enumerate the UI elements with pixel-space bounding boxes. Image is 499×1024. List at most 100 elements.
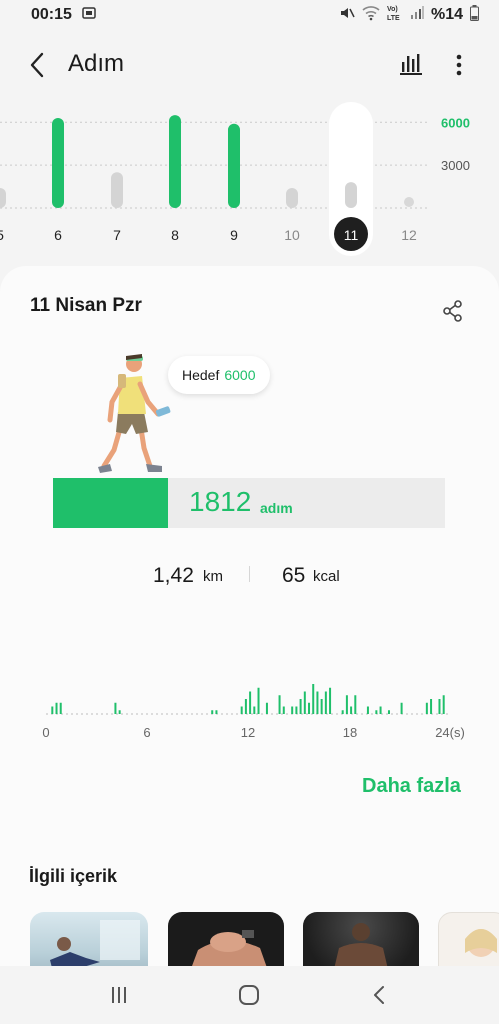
- back-nav-button[interactable]: [364, 982, 394, 1008]
- hour-bar: [253, 706, 256, 714]
- hour-bar: [308, 702, 311, 714]
- day-label: 7: [113, 227, 121, 243]
- back-button[interactable]: [22, 50, 52, 80]
- hour-bar: [249, 691, 252, 714]
- navigation-bar: [0, 966, 499, 1024]
- related-content-title: İlgili içerik: [29, 866, 118, 886]
- daily-steps-chart: 6000 3000 5 6 7 8 9 10 11 12: [0, 100, 499, 260]
- screenshot-icon: [82, 6, 96, 25]
- steps-unit: adım: [260, 500, 293, 516]
- back-nav-icon: [374, 986, 384, 1004]
- day-bar: [228, 123, 240, 208]
- hour-bar: [400, 702, 403, 714]
- recent-apps-icon: [112, 987, 126, 1003]
- hour-bar: [291, 706, 294, 714]
- gridline-label: 6000: [441, 115, 470, 130]
- distance-value: 1,42: [153, 564, 194, 587]
- day-bar: [0, 188, 6, 208]
- hour-bar: [59, 702, 62, 714]
- mute-icon: [339, 5, 355, 26]
- hour-bar: [312, 684, 315, 714]
- day-bar: [345, 182, 357, 208]
- day-label: 6: [54, 227, 62, 243]
- related-card-3[interactable]: [303, 912, 419, 967]
- recent-apps-button[interactable]: [104, 982, 134, 1008]
- day-label: 12: [401, 227, 417, 243]
- hour-bar: [215, 710, 218, 714]
- hour-bar: [329, 687, 332, 714]
- home-button[interactable]: [234, 982, 264, 1008]
- status-time: 00:15: [31, 6, 72, 23]
- bar-chart-icon: [400, 54, 422, 75]
- hour-tick-label: 12: [241, 725, 255, 740]
- hour-bar: [244, 699, 247, 714]
- hour-bar: [366, 706, 369, 714]
- home-icon: [239, 985, 259, 1005]
- related-card-1[interactable]: [30, 912, 148, 967]
- related-content-carousel: [30, 912, 499, 967]
- day-label: 9: [230, 227, 238, 243]
- share-button[interactable]: [440, 298, 466, 324]
- stats-divider: [249, 566, 250, 582]
- distance-unit: km: [203, 568, 223, 585]
- hour-bar: [299, 699, 302, 714]
- goal-value: 6000: [224, 367, 256, 383]
- hour-bar: [240, 706, 243, 714]
- day-bar: [404, 197, 414, 207]
- hour-bar: [379, 706, 382, 714]
- battery-icon: [470, 4, 479, 26]
- day-bar: [286, 188, 298, 208]
- related-card-4[interactable]: [438, 912, 499, 967]
- hour-bar: [375, 710, 378, 714]
- hour-tick-label: 0: [42, 725, 49, 740]
- hour-bar: [425, 702, 428, 714]
- goal-bubble: Hedef 6000: [168, 356, 270, 394]
- share-icon: [443, 300, 462, 322]
- hour-bar: [265, 702, 268, 714]
- day-bar: [169, 115, 181, 208]
- steps-progress-fill: [53, 478, 168, 528]
- day-label: 11: [344, 227, 359, 243]
- goal-label: Hedef: [182, 367, 220, 383]
- status-bar: 00:15 Vo) LTE %14: [0, 0, 499, 30]
- svg-text:LTE: LTE: [387, 15, 400, 22]
- gridline-label: 3000: [441, 158, 470, 173]
- hour-bar: [303, 691, 306, 714]
- hour-bar: [118, 710, 121, 714]
- chevron-left-icon: [30, 52, 44, 78]
- battery-percent: %14: [430, 6, 463, 23]
- calories-unit: kcal: [313, 568, 340, 585]
- hour-bar: [114, 702, 117, 714]
- hour-bar: [55, 702, 58, 714]
- day-label: 5: [0, 227, 4, 243]
- hour-tick-label: 6: [143, 725, 150, 740]
- hour-bar: [387, 710, 390, 714]
- hour-bar: [442, 695, 445, 714]
- app-bar: Adım: [0, 38, 499, 90]
- hour-tick-label: 18: [343, 725, 357, 740]
- trends-button[interactable]: [398, 50, 428, 80]
- more-options-button[interactable]: [446, 50, 472, 80]
- hour-bar: [295, 706, 298, 714]
- hour-bar: [438, 699, 441, 714]
- related-card-2[interactable]: [168, 912, 284, 967]
- page-title: Adım: [68, 50, 125, 77]
- wifi-icon: [362, 5, 380, 26]
- hourly-steps-chart: 0 6 12 18 24(s): [30, 670, 470, 750]
- hour-bar: [51, 706, 54, 714]
- signal-icon: [410, 5, 424, 25]
- date-title: 11 Nisan Pzr: [30, 295, 142, 316]
- hour-bar: [354, 695, 357, 714]
- volte-lte-icon: Vo) LTE: [387, 4, 403, 27]
- svg-text:Vo): Vo): [387, 6, 398, 13]
- calories-value: 65: [282, 564, 306, 587]
- hour-bar: [257, 687, 260, 714]
- hour-tick-label: 24(s): [435, 725, 465, 740]
- day-label: 8: [171, 227, 179, 243]
- day-label: 10: [284, 227, 300, 243]
- more-link[interactable]: Daha fazla: [362, 775, 461, 798]
- hour-bar: [324, 691, 327, 714]
- hour-bar: [345, 695, 348, 714]
- more-vert-icon: [456, 54, 462, 76]
- hour-bar: [350, 706, 353, 714]
